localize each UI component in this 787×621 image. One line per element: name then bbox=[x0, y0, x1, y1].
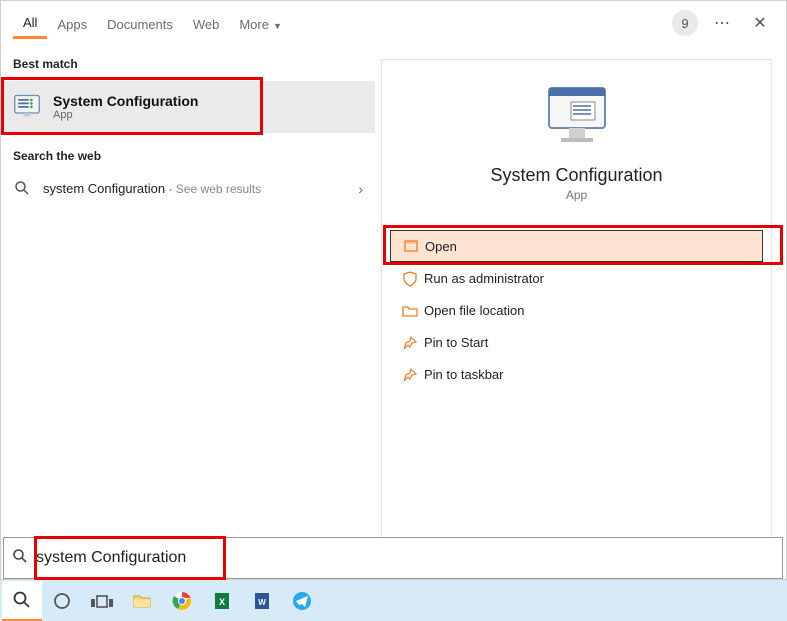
tab-label: Documents bbox=[107, 17, 173, 32]
action-label: Run as administrator bbox=[424, 271, 544, 286]
taskbar-task-view-button[interactable] bbox=[82, 581, 122, 621]
taskbar-file-explorer-button[interactable] bbox=[122, 581, 162, 621]
results-column: Best match System Configurati bbox=[1, 45, 375, 579]
taskbar-cortana-button[interactable] bbox=[42, 581, 82, 621]
best-match-title: System Configuration bbox=[53, 93, 198, 109]
action-open-file-location[interactable]: Open file location bbox=[390, 294, 763, 326]
system-configuration-icon bbox=[13, 92, 43, 122]
more-options-button[interactable]: ⋯ bbox=[708, 9, 736, 37]
ellipsis-icon: ⋯ bbox=[714, 13, 730, 33]
tab-web[interactable]: Web bbox=[183, 9, 230, 38]
pin-icon bbox=[402, 367, 424, 383]
tab-apps[interactable]: Apps bbox=[47, 9, 97, 38]
shield-icon bbox=[402, 271, 424, 287]
preview-column: System Configuration App Open Run as adm… bbox=[381, 59, 772, 565]
preview-app-icon bbox=[541, 82, 613, 151]
tab-label: More bbox=[239, 17, 269, 32]
svg-text:X: X bbox=[219, 597, 225, 607]
search-icon bbox=[12, 548, 28, 569]
taskbar-chrome-button[interactable] bbox=[162, 581, 202, 621]
section-best-match-label: Best match bbox=[1, 51, 375, 77]
action-label: Open bbox=[425, 239, 457, 254]
tab-more[interactable]: More ▼ bbox=[229, 9, 292, 38]
taskbar-search-button[interactable] bbox=[2, 581, 42, 621]
action-pin-to-start[interactable]: Pin to Start bbox=[390, 326, 763, 358]
action-label: Pin to taskbar bbox=[424, 367, 504, 382]
best-match-item[interactable]: System Configuration App bbox=[1, 81, 375, 133]
folder-icon bbox=[402, 303, 424, 319]
notification-count-badge[interactable]: 9 bbox=[672, 10, 698, 36]
action-run-as-administrator[interactable]: Run as administrator bbox=[390, 262, 763, 294]
close-button[interactable]: ✕ bbox=[746, 9, 774, 37]
action-list: Open Run as administrator Open file loca… bbox=[382, 230, 771, 390]
preview-title: System Configuration bbox=[490, 165, 662, 186]
badge-number: 9 bbox=[681, 16, 688, 31]
taskbar-telegram-button[interactable] bbox=[282, 581, 322, 621]
web-search-item[interactable]: system Configuration - See web results › bbox=[1, 169, 375, 209]
search-input[interactable] bbox=[36, 549, 636, 567]
action-label: Open file location bbox=[424, 303, 524, 318]
web-search-term: system Configuration bbox=[43, 181, 165, 196]
tabs-row: All Apps Documents Web More ▼ 9 ⋯ ✕ bbox=[1, 1, 786, 45]
search-icon bbox=[13, 180, 31, 199]
windows-search-panel: All Apps Documents Web More ▼ 9 ⋯ ✕ Best … bbox=[0, 0, 787, 580]
tab-label: All bbox=[23, 15, 37, 30]
action-open[interactable]: Open bbox=[390, 230, 763, 262]
best-match-subtitle: App bbox=[53, 109, 198, 121]
open-icon bbox=[403, 238, 425, 254]
search-box[interactable] bbox=[3, 537, 783, 579]
tab-all[interactable]: All bbox=[13, 7, 47, 39]
preview-subtitle: App bbox=[566, 188, 587, 202]
taskbar: X W bbox=[0, 580, 787, 621]
taskbar-excel-button[interactable]: X bbox=[202, 581, 242, 621]
chevron-down-icon: ▼ bbox=[273, 21, 282, 31]
action-pin-to-taskbar[interactable]: Pin to taskbar bbox=[390, 358, 763, 390]
tab-label: Web bbox=[193, 17, 220, 32]
tab-label: Apps bbox=[57, 17, 87, 32]
svg-text:W: W bbox=[258, 598, 266, 607]
section-search-web-label: Search the web bbox=[1, 143, 375, 169]
taskbar-word-button[interactable]: W bbox=[242, 581, 282, 621]
pin-icon bbox=[402, 335, 424, 351]
tab-documents[interactable]: Documents bbox=[97, 9, 183, 38]
close-icon: ✕ bbox=[753, 13, 766, 33]
chevron-right-icon: › bbox=[358, 181, 363, 197]
action-label: Pin to Start bbox=[424, 335, 488, 350]
web-search-suffix: - See web results bbox=[165, 182, 261, 196]
